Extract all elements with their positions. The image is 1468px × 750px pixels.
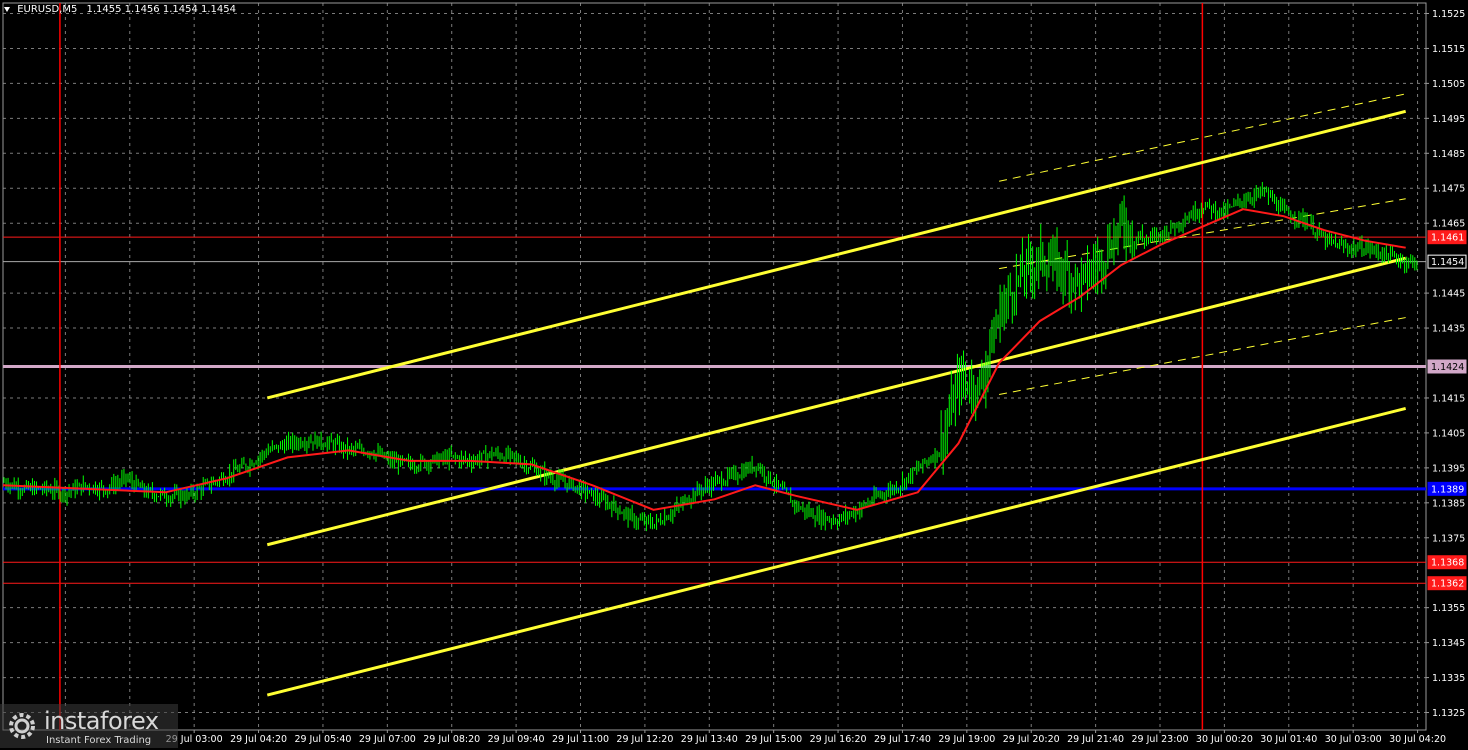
- y-tick-label: 1.1525: [1432, 9, 1465, 20]
- y-tick-label: 1.1355: [1432, 603, 1465, 614]
- x-tick-label: 29 Jul 20:20: [1003, 734, 1060, 745]
- y-tick-label: 1.1415: [1432, 393, 1465, 404]
- ohlc-values: 1.1455 1.1456 1.1454 1.1454: [86, 4, 237, 15]
- y-tick-label: 1.1505: [1432, 79, 1465, 90]
- y-tick-label: 1.1515: [1432, 44, 1465, 55]
- y-tick-label: 1.1375: [1432, 533, 1465, 544]
- symbol-label: EURUSD,M5: [17, 4, 78, 15]
- x-tick-label: 29 Jul 23:00: [1132, 734, 1189, 745]
- x-tick-label: 29 Jul 04:20: [230, 734, 287, 745]
- x-tick-label: 29 Jul 09:40: [488, 734, 545, 745]
- price-tag-label: 1.1368: [1431, 558, 1464, 569]
- x-tick-label: 30 Jul 00:20: [1196, 734, 1253, 745]
- price-chart[interactable]: 1.1525 1.1515 1.1505 1.1495 1.1485 1.1475 1.14…: [0, 0, 1468, 750]
- price-axis: 1.1525 1.1515 1.1505 1.1495 1.1485 1.1475 1.14…: [1426, 9, 1467, 719]
- y-tick-label: 1.1435: [1432, 324, 1465, 335]
- x-tick-label: 29 Jul 07:00: [359, 734, 416, 745]
- brand-tagline: Instant Forex Trading: [46, 735, 152, 746]
- brand-name: instaforex: [44, 707, 159, 735]
- x-tick-label: 29 Jul 16:20: [810, 734, 867, 745]
- x-tick-label: 30 Jul 03:00: [1325, 734, 1382, 745]
- x-tick-label: 29 Jul 05:40: [294, 734, 351, 745]
- price-tag: 1.1362: [1427, 576, 1467, 591]
- price-tag-label: 1.1424: [1431, 362, 1464, 373]
- y-tick-label: 1.1475: [1432, 184, 1465, 195]
- x-tick-label: 30 Jul 04:20: [1389, 734, 1446, 745]
- y-tick-label: 1.1345: [1432, 638, 1465, 649]
- y-tick-label: 1.1445: [1432, 289, 1465, 300]
- instaforex-logo: instaforex Instant Forex Trading: [0, 704, 178, 748]
- x-tick-label: 30 Jul 01:40: [1260, 734, 1317, 745]
- price-tag: 1.1424: [1427, 359, 1467, 374]
- price-tag-label: 1.1389: [1431, 484, 1464, 495]
- y-tick-label: 1.1485: [1432, 149, 1465, 160]
- x-tick-label: 29 Jul 19:00: [938, 734, 995, 745]
- price-tag-label: 1.1461: [1431, 233, 1464, 244]
- x-tick-label: 29 Jul 17:40: [874, 734, 931, 745]
- time-axis: 29 Jul 03:00 29 Jul 04:20 29 Jul 05:40 29 J…: [166, 730, 1446, 745]
- y-tick-label: 1.1385: [1432, 498, 1465, 509]
- price-tag: 1.1389: [1427, 481, 1467, 496]
- price-tag: 1.1368: [1427, 555, 1467, 570]
- price-tag: 1.1461: [1427, 230, 1467, 245]
- x-tick-label: 29 Jul 21:40: [1067, 734, 1124, 745]
- x-tick-label: 29 Jul 13:40: [681, 734, 738, 745]
- price-tag: 1.1454: [1427, 254, 1467, 269]
- gear-logo-icon: [9, 713, 35, 739]
- y-tick-label: 1.1465: [1432, 219, 1465, 230]
- price-tag-label: 1.1362: [1431, 579, 1464, 590]
- y-tick-label: 1.1395: [1432, 463, 1465, 474]
- y-tick-label: 1.1405: [1432, 428, 1465, 439]
- symbol-header: EURUSD,M5 1.1455 1.1456 1.1454 1.1454: [4, 4, 236, 15]
- x-tick-label: 29 Jul 08:20: [423, 734, 480, 745]
- x-tick-label: 29 Jul 15:00: [745, 734, 802, 745]
- x-tick-label: 29 Jul 12:20: [616, 734, 673, 745]
- dropdown-triangle-icon[interactable]: [4, 6, 10, 12]
- y-tick-label: 1.1495: [1432, 114, 1465, 125]
- price-tag-label: 1.1454: [1431, 257, 1464, 268]
- y-tick-label: 1.1325: [1432, 708, 1465, 719]
- x-tick-label: 29 Jul 11:00: [552, 734, 609, 745]
- y-tick-label: 1.1335: [1432, 673, 1465, 684]
